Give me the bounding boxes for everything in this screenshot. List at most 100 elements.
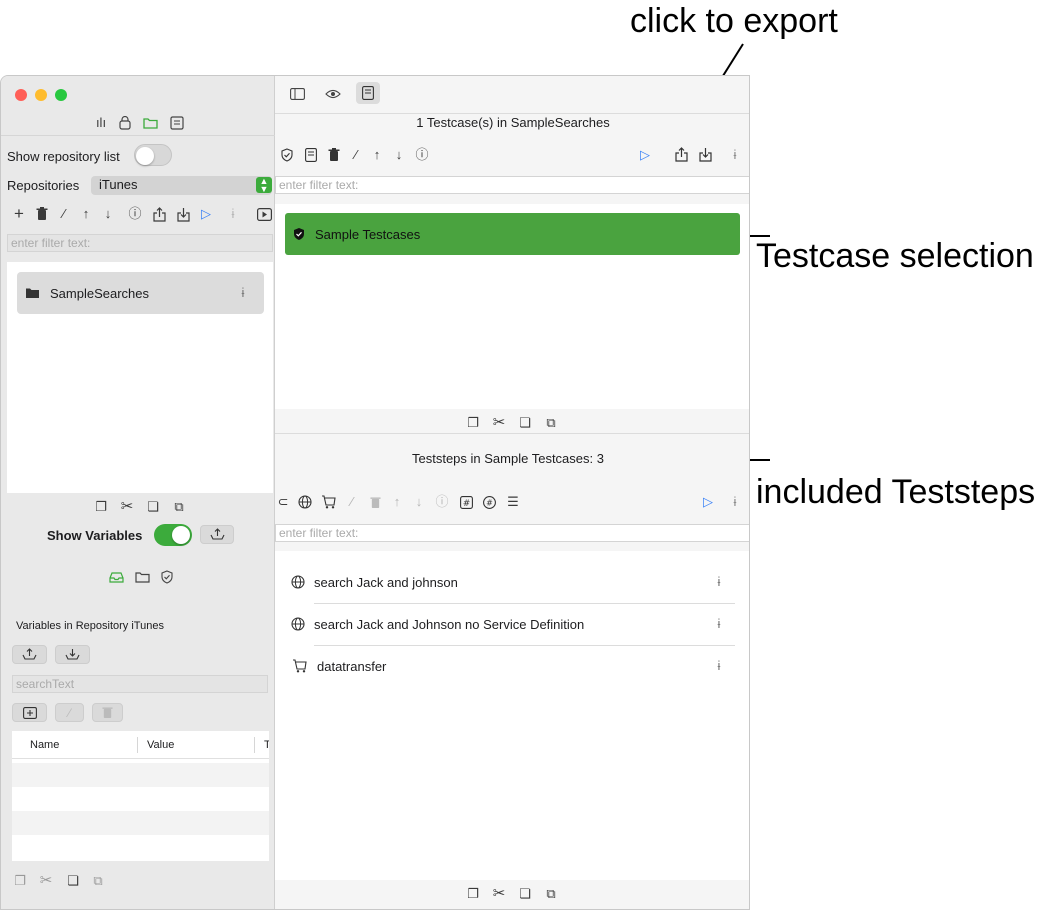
trash-icon[interactable]	[367, 494, 383, 510]
column-divider	[137, 737, 138, 753]
scissors-icon[interactable]: ✂	[119, 499, 135, 515]
play-box-icon[interactable]	[256, 206, 272, 222]
copy-icon[interactable]: ❐	[93, 499, 109, 515]
run-icon[interactable]: ▷	[198, 206, 214, 222]
add-variable-button[interactable]	[12, 703, 47, 722]
globe-icon[interactable]	[297, 494, 313, 510]
cart-icon[interactable]	[320, 494, 336, 510]
lock-icon[interactable]	[117, 115, 133, 131]
run-icon[interactable]: ▷	[637, 147, 653, 163]
trash-icon[interactable]	[34, 206, 50, 222]
show-variables-toggle[interactable]	[154, 524, 192, 546]
testcase-filter-input[interactable]: enter filter text:	[275, 176, 749, 194]
zoom-window-button[interactable]	[55, 89, 67, 101]
list-item[interactable]: search Jack and Johnson no Service Defin…	[275, 603, 749, 645]
variable-search-input[interactable]: searchText	[12, 675, 268, 693]
edit-variable-button[interactable]: ⁄	[55, 703, 84, 722]
duplicate-icon[interactable]: ⧉	[171, 499, 187, 515]
pencil-icon[interactable]: ⁄	[348, 147, 364, 163]
scissors-icon[interactable]: ✂	[38, 873, 54, 889]
copy-icon[interactable]: ❐	[12, 873, 28, 889]
repository-list: SampleSearches ɨ	[7, 262, 273, 493]
divider	[275, 113, 749, 114]
list-item[interactable]: datatransfer ɨ	[275, 645, 749, 687]
repository-select[interactable]: iTunes ▲ ▼	[91, 176, 272, 195]
back-circle-icon[interactable]: ⊂	[275, 494, 291, 510]
runner-icon: ɨ	[241, 285, 245, 300]
scissors-icon[interactable]: ✂	[491, 415, 507, 431]
variables-export-small-button[interactable]	[12, 645, 47, 664]
pencil-icon[interactable]: ⁄	[56, 206, 72, 222]
teststep-label: datatransfer	[317, 659, 387, 674]
arrow-down-icon[interactable]: ↓	[411, 494, 427, 510]
document-icon[interactable]	[303, 147, 319, 163]
column-header-type[interactable]: T	[264, 739, 269, 751]
trash-icon[interactable]	[326, 147, 342, 163]
minimize-window-button[interactable]	[35, 89, 47, 101]
runner-icon: ɨ	[717, 658, 721, 673]
arrow-down-icon[interactable]: ↓	[391, 147, 407, 163]
testcase-item[interactable]: Sample Testcases	[285, 213, 740, 255]
duplicate-icon[interactable]: ⧉	[543, 886, 559, 902]
arrow-up-icon[interactable]: ↑	[389, 494, 405, 510]
add-icon[interactable]: +	[11, 205, 27, 222]
import-icon[interactable]	[175, 206, 191, 222]
arrow-up-icon[interactable]: ↑	[369, 147, 385, 163]
copy-icon[interactable]: ❐	[465, 886, 481, 902]
sidebar-icon[interactable]	[289, 86, 305, 102]
info-icon[interactable]: ⓘ	[127, 206, 143, 222]
folder-icon	[24, 285, 40, 301]
variables-import-small-button[interactable]	[55, 645, 90, 664]
paste-icon[interactable]: ❏	[517, 886, 533, 902]
svg-text:#: #	[462, 499, 470, 509]
runner-icon[interactable]: ɨ	[727, 147, 743, 163]
scissors-icon[interactable]: ✂	[491, 886, 507, 902]
run-icon[interactable]: ▷	[700, 494, 716, 510]
table-row	[12, 787, 269, 811]
delete-variable-button[interactable]	[92, 703, 123, 722]
eye-icon[interactable]	[325, 86, 341, 102]
export-icon[interactable]	[151, 206, 167, 222]
shield-check-icon[interactable]	[159, 569, 175, 585]
hash-circle-icon[interactable]: #	[481, 494, 497, 510]
column-divider	[254, 737, 255, 753]
tray-icon[interactable]	[108, 569, 124, 585]
runner-icon[interactable]: ɨ	[225, 206, 241, 222]
paste-icon[interactable]: ❏	[145, 499, 161, 515]
waveform-icon[interactable]: ılı	[93, 115, 109, 131]
pencil-icon[interactable]: ⁄	[344, 494, 360, 510]
info-icon[interactable]: ⓘ	[414, 147, 430, 163]
show-repository-list-toggle[interactable]	[134, 144, 172, 166]
column-header-value[interactable]: Value	[147, 739, 174, 751]
arrow-down-icon[interactable]: ↓	[100, 206, 116, 222]
hash-box-icon[interactable]: #	[458, 494, 474, 510]
info-icon[interactable]: ⓘ	[434, 494, 450, 510]
list-icon[interactable]: ☰	[505, 494, 521, 510]
copy-icon[interactable]: ❐	[465, 415, 481, 431]
column-header-name[interactable]: Name	[30, 739, 59, 751]
repository-item[interactable]: SampleSearches ɨ	[17, 272, 264, 314]
runner-icon[interactable]: ɨ	[727, 494, 743, 510]
import-icon[interactable]	[697, 146, 713, 162]
variables-export-button[interactable]	[200, 525, 234, 544]
paste-icon[interactable]: ❏	[517, 415, 533, 431]
shield-check-icon[interactable]	[279, 147, 295, 163]
list-item[interactable]: search Jack and johnson ɨ	[275, 561, 749, 603]
show-repository-list-label: Show repository list	[7, 149, 120, 164]
repository-pane: ılı Show repository list Repositories iT…	[1, 76, 275, 909]
duplicate-icon[interactable]: ⧉	[90, 873, 106, 889]
testcase-pane: 1 Testcase(s) in SampleSearches ⁄ ↑ ↓ ⓘ …	[275, 76, 749, 909]
repository-filter-input[interactable]: enter filter text:	[7, 234, 273, 252]
duplicate-icon[interactable]: ⧉	[543, 415, 559, 431]
paste-icon[interactable]: ❏	[65, 873, 81, 889]
inspector-toggle-button[interactable]	[356, 82, 380, 104]
folder-icon[interactable]	[142, 115, 158, 131]
arrow-up-icon[interactable]: ↑	[78, 206, 94, 222]
document-list-icon[interactable]	[169, 115, 185, 131]
folder-icon[interactable]	[134, 569, 150, 585]
close-window-button[interactable]	[15, 89, 27, 101]
teststep-filter-input[interactable]: enter filter text:	[275, 524, 749, 542]
runner-icon: ɨ	[717, 616, 721, 631]
export-icon[interactable]	[673, 146, 689, 162]
globe-icon	[290, 616, 306, 632]
